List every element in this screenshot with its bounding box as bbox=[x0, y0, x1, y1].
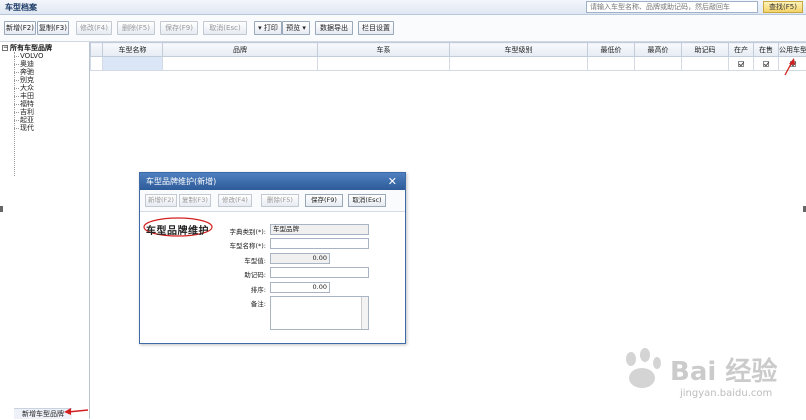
save-button[interactable]: 保存(F9) bbox=[160, 21, 198, 35]
row-indicator bbox=[91, 57, 103, 71]
vehicle-value-label: 车型值: bbox=[206, 255, 266, 265]
dialog-titlebar[interactable]: 车型品牌维护(新增) ✕ bbox=[140, 173, 405, 190]
tree-item[interactable]: 起亚 bbox=[14, 116, 43, 124]
dict-category-field[interactable]: 车型品牌 bbox=[270, 224, 369, 235]
close-icon[interactable]: ✕ bbox=[388, 173, 397, 190]
print-label: 打印 bbox=[264, 24, 278, 32]
col-header-min-price[interactable]: 最低价 bbox=[588, 43, 635, 57]
dict-category-label: 字典类别(*): bbox=[206, 226, 266, 236]
dialog-delete-button[interactable]: 删除(F5) bbox=[261, 194, 299, 207]
grid-header-row: 车型名称 品牌 车系 车型级别 最低价 最高价 助记码 在产 在售 公用车型 bbox=[91, 43, 806, 57]
col-header-max-price[interactable]: 最高价 bbox=[635, 43, 682, 57]
window-title: 车型档案 bbox=[5, 2, 37, 13]
baidu-watermark: Bai 经验 jingyan.baidu.com bbox=[618, 344, 793, 410]
cell-on-sale[interactable] bbox=[754, 57, 779, 71]
tree-item[interactable]: VOLVO bbox=[14, 52, 43, 60]
vehicle-name-label: 车型名称(*): bbox=[206, 240, 266, 250]
cell-max-price[interactable] bbox=[635, 57, 682, 71]
note-label: 备注: bbox=[206, 298, 266, 308]
preview-dropdown-icon: ▾ bbox=[302, 24, 306, 32]
section-title: 车型品牌维护 bbox=[146, 222, 209, 237]
tree-items: VOLVO 奥迪 奔驰 别克 大众 丰田 福特 吉利 起亚 现代 bbox=[14, 52, 43, 132]
cell-level[interactable] bbox=[450, 57, 588, 71]
col-header-level[interactable]: 车型级别 bbox=[450, 43, 588, 57]
delete-button[interactable]: 删除(F5) bbox=[117, 21, 155, 35]
search-button[interactable]: 查找(F5) bbox=[763, 1, 803, 13]
add-button[interactable]: 新增(F2) bbox=[4, 21, 36, 35]
edit-button[interactable]: 修改(F4) bbox=[76, 21, 112, 35]
col-header-series[interactable]: 车系 bbox=[318, 43, 450, 57]
vehicle-value-field[interactable]: 0.00 bbox=[270, 253, 330, 264]
brand-tree: −所有车型品牌 VOLVO 奥迪 奔驰 别克 大众 丰田 福特 吉利 起亚 现代… bbox=[0, 42, 90, 419]
dialog-title: 车型品牌维护(新增) bbox=[146, 177, 216, 186]
preview-button[interactable]: 预览 ▾ bbox=[282, 21, 310, 35]
tree-item[interactable]: 奥迪 bbox=[14, 60, 43, 68]
tree-item[interactable]: 奔驰 bbox=[14, 68, 43, 76]
dialog-edit-button[interactable]: 修改(F4) bbox=[218, 194, 252, 207]
note-textarea[interactable] bbox=[270, 296, 369, 330]
tree-item[interactable]: 吉利 bbox=[14, 108, 43, 116]
cancel-button[interactable]: 取消(Esc) bbox=[203, 21, 247, 35]
print-caret-icon: ▾ bbox=[258, 24, 262, 32]
vehicle-name-field[interactable] bbox=[270, 238, 369, 249]
dialog-cancel-button[interactable]: 取消(Esc) bbox=[348, 194, 386, 207]
cell-name[interactable] bbox=[103, 57, 163, 71]
tree-item[interactable]: 现代 bbox=[14, 124, 43, 132]
tree-collapse-icon[interactable]: − bbox=[2, 45, 8, 51]
cell-min-price[interactable] bbox=[588, 57, 635, 71]
sort-order-label: 排序: bbox=[206, 284, 266, 294]
tree-root-label: 所有车型品牌 bbox=[10, 44, 52, 52]
vehicle-grid: 车型名称 品牌 车系 车型级别 最低价 最高价 助记码 在产 在售 公用车型 bbox=[90, 42, 806, 71]
dialog-add-button[interactable]: 新增(F2) bbox=[145, 194, 177, 207]
dialog-copy-button[interactable]: 复制(F3) bbox=[179, 194, 211, 207]
cell-brand[interactable] bbox=[163, 57, 318, 71]
note-scrollbar[interactable] bbox=[361, 297, 368, 329]
window-titlebar: 车型档案 查找(F5) bbox=[0, 0, 806, 15]
cell-in-production[interactable] bbox=[729, 57, 754, 71]
cell-series[interactable] bbox=[318, 57, 450, 71]
sort-order-field[interactable]: 0.00 bbox=[270, 282, 330, 293]
tree-item[interactable]: 大众 bbox=[14, 84, 43, 92]
annotation-arrow-icon bbox=[62, 404, 90, 416]
copy-button[interactable]: 复制(F3) bbox=[37, 21, 69, 35]
watermark-url: jingyan.baidu.com bbox=[680, 388, 772, 399]
table-row[interactable] bbox=[91, 57, 806, 71]
cell-mnemonic[interactable] bbox=[682, 57, 729, 71]
dialog-toolbar: 新增(F2) 复制(F3) 修改(F4) 删除(F5) 保存(F9) 取消(Es… bbox=[140, 190, 405, 212]
tree-item[interactable]: 福特 bbox=[14, 100, 43, 108]
row-indicator-header bbox=[91, 43, 103, 57]
watermark-text: Bai 经验 bbox=[670, 351, 777, 388]
brand-dialog: 车型品牌维护(新增) ✕ 新增(F2) 复制(F3) 修改(F4) 删除(F5)… bbox=[139, 172, 406, 344]
print-button[interactable]: ▾ 打印 bbox=[254, 21, 282, 35]
dialog-save-button[interactable]: 保存(F9) bbox=[305, 194, 343, 207]
mnemonic-label: 助记码: bbox=[206, 269, 266, 279]
tree-item[interactable]: 丰田 bbox=[14, 92, 43, 100]
column-settings-button[interactable]: 栏目设置 bbox=[358, 21, 394, 35]
search-input[interactable] bbox=[586, 1, 758, 13]
tree-item[interactable]: 别克 bbox=[14, 76, 43, 84]
col-header-mnemonic[interactable]: 助记码 bbox=[682, 43, 729, 57]
col-header-in-production[interactable]: 在产 bbox=[729, 43, 754, 57]
on-sale-checkbox[interactable] bbox=[763, 61, 769, 67]
mnemonic-field[interactable] bbox=[270, 267, 369, 278]
paw-logo-icon bbox=[618, 346, 668, 390]
annotation-arrow-icon bbox=[783, 58, 797, 76]
col-header-shared[interactable]: 公用车型 bbox=[779, 43, 806, 57]
preview-label: 预览 bbox=[286, 24, 300, 32]
export-button[interactable]: 数据导出 bbox=[315, 21, 353, 35]
in-production-checkbox[interactable] bbox=[738, 61, 744, 67]
main-toolbar: 新增(F2) 复制(F3) 修改(F4) 删除(F5) 保存(F9) 取消(Es… bbox=[0, 15, 806, 42]
col-header-name[interactable]: 车型名称 bbox=[103, 43, 163, 57]
col-header-brand[interactable]: 品牌 bbox=[163, 43, 318, 57]
col-header-on-sale[interactable]: 在售 bbox=[754, 43, 779, 57]
left-splitter-handle[interactable] bbox=[0, 206, 3, 212]
